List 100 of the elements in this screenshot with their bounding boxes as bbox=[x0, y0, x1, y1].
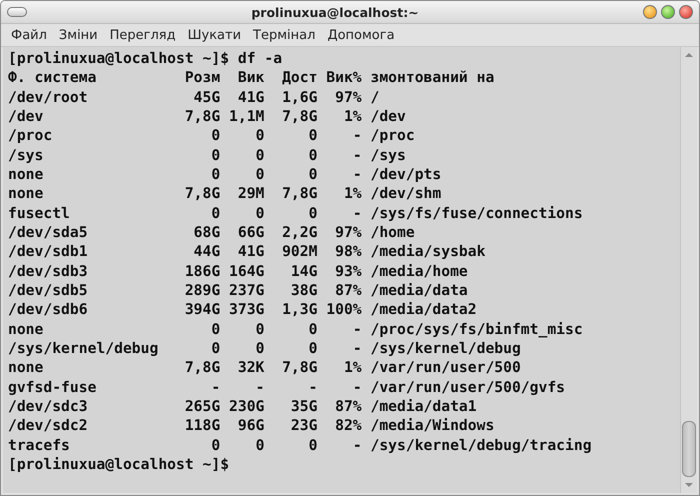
column-header: Ф. система bbox=[8, 68, 98, 88]
window-title: prolinuxua@localhost:~ bbox=[250, 4, 420, 20]
table-cell-text: 82% bbox=[334, 416, 362, 436]
menu-item[interactable]: Допомога bbox=[327, 28, 395, 42]
table-cell-text: 0 bbox=[210, 126, 220, 146]
table-cell-text: 0 bbox=[308, 436, 318, 455]
table-cell-text: 96G bbox=[236, 416, 264, 436]
table-cell-text: /media/data2 bbox=[370, 300, 478, 320]
table-cell-text: /dev/shm bbox=[370, 184, 442, 204]
table-cell-text: - bbox=[352, 126, 362, 146]
table-cell-text: 41G bbox=[236, 88, 264, 107]
table-cell-text: 1% bbox=[342, 358, 362, 378]
table-cell-text: 186G bbox=[184, 262, 220, 281]
table-cell-text: /media/Windows bbox=[370, 416, 496, 436]
menu-item[interactable]: Зміни bbox=[58, 28, 98, 42]
table-cell-text: /dev/root bbox=[8, 88, 89, 107]
table-cell-text: - bbox=[352, 338, 362, 358]
table-cell-text: /dev/sdc2 bbox=[8, 416, 89, 436]
table-cell-text: 1,1M bbox=[228, 106, 264, 126]
table-cell-text: 0 bbox=[210, 338, 220, 358]
table-cell-text: fusectl bbox=[8, 204, 71, 223]
table-cell-text: 7,8G bbox=[184, 106, 220, 126]
command-line: [prolinuxua@localhost ~]$ df -a bbox=[8, 49, 282, 68]
column-header: змонтований на bbox=[370, 68, 496, 88]
maximize-button[interactable] bbox=[661, 5, 675, 19]
menu-item[interactable]: Файл bbox=[11, 28, 47, 42]
table-cell-text: 38G bbox=[290, 280, 318, 300]
table-cell-text: 0 bbox=[308, 320, 318, 339]
table-cell-text: /dev/pts bbox=[370, 164, 442, 184]
table-cell-text: 0 bbox=[308, 338, 318, 358]
table-cell-text: 0 bbox=[254, 164, 264, 184]
window-menu-button[interactable] bbox=[7, 7, 27, 17]
table-cell-text: tracefs bbox=[8, 436, 71, 455]
column-header: Вик% bbox=[325, 68, 362, 88]
table-cell-text: /dev bbox=[370, 106, 407, 126]
table-cell-text: 68G bbox=[192, 222, 220, 242]
table-cell-text: none bbox=[8, 184, 44, 204]
table-cell-text: 1,3G bbox=[281, 300, 318, 320]
table-cell-text: /proc bbox=[8, 126, 54, 146]
table-cell-text: - bbox=[352, 204, 362, 223]
table-cell-text: 97% bbox=[334, 222, 362, 242]
scroll-down-icon[interactable] bbox=[685, 483, 693, 487]
table-cell-text: none bbox=[8, 164, 44, 184]
table-cell-text: /sys/kernel/debug bbox=[370, 338, 522, 358]
table-cell-text: 265G bbox=[184, 396, 220, 416]
table-cell-text: 0 bbox=[308, 204, 318, 223]
table-cell-text: /dev/sdc3 bbox=[8, 396, 89, 416]
table-cell-text: 7,8G bbox=[281, 358, 318, 378]
table-cell-text: 0 bbox=[254, 320, 264, 339]
table-cell-text: 237G bbox=[228, 280, 264, 300]
table-cell-text: 14G bbox=[290, 262, 318, 281]
table-cell-text: 118G bbox=[184, 416, 220, 436]
column-header: Вик bbox=[236, 68, 264, 88]
table-cell-text: none bbox=[8, 358, 44, 378]
table-cell-text: /home bbox=[370, 222, 416, 242]
table-cell-text: / bbox=[370, 88, 380, 107]
command-prompt: [prolinuxua@localhost ~]$ bbox=[8, 454, 230, 474]
column-header: Розм bbox=[184, 68, 220, 88]
table-cell-text: 0 bbox=[210, 164, 220, 184]
scroll-thumb[interactable] bbox=[682, 421, 696, 477]
table-cell-text: 0 bbox=[210, 204, 220, 223]
table-cell-text: 0 bbox=[308, 164, 318, 184]
table-cell-text: - bbox=[210, 378, 220, 397]
minimize-button[interactable] bbox=[643, 5, 657, 19]
menu-item[interactable]: Термінал bbox=[253, 28, 316, 42]
table-cell-text: 0 bbox=[308, 126, 318, 146]
scrollbar[interactable] bbox=[680, 47, 697, 493]
column-header: Дост bbox=[281, 68, 318, 88]
table-cell-text: - bbox=[352, 320, 362, 339]
table-cell-text: /var/run/user/500/gvfs bbox=[370, 378, 566, 397]
table-cell-text: 289G bbox=[184, 280, 220, 300]
table-cell-text: 0 bbox=[254, 146, 264, 165]
table-cell-text: - bbox=[254, 378, 264, 397]
table-cell-text: 7,8G bbox=[184, 184, 220, 204]
table-cell-text: /media/data1 bbox=[370, 396, 478, 416]
table-cell-text: 29M bbox=[236, 184, 264, 204]
table-cell-text: 93% bbox=[334, 262, 362, 281]
table-cell-text: 98% bbox=[334, 242, 362, 262]
table-cell-text: none bbox=[8, 320, 44, 339]
table-cell-text: 7,8G bbox=[281, 106, 318, 126]
table-cell-text: - bbox=[308, 378, 318, 397]
table-cell-text: /dev/sdb1 bbox=[8, 242, 89, 262]
table-cell-text: 0 bbox=[254, 126, 264, 146]
table-cell-text: /sys bbox=[8, 146, 44, 165]
table-cell-text: 66G bbox=[236, 222, 264, 242]
table-cell-text: /dev/sda5 bbox=[8, 222, 89, 242]
menu-item[interactable]: Шукати bbox=[188, 28, 242, 42]
close-button[interactable] bbox=[679, 5, 693, 19]
table-cell-text: - bbox=[352, 378, 362, 397]
table-cell-text: 164G bbox=[228, 262, 264, 281]
table-cell-text: /sys bbox=[370, 146, 407, 165]
table-cell-text: 1% bbox=[342, 184, 362, 204]
table-cell-text: 0 bbox=[308, 146, 318, 165]
menu-item[interactable]: Перегляд bbox=[110, 28, 176, 42]
table-cell-text: - bbox=[352, 164, 362, 184]
table-cell-text: /proc/sys/fs/binfmt_misc bbox=[370, 320, 584, 339]
scroll-up-icon[interactable] bbox=[685, 53, 693, 57]
table-cell-text: 902M bbox=[281, 242, 318, 262]
table-cell-text: 0 bbox=[254, 204, 264, 223]
table-cell-text: 41G bbox=[236, 242, 264, 262]
